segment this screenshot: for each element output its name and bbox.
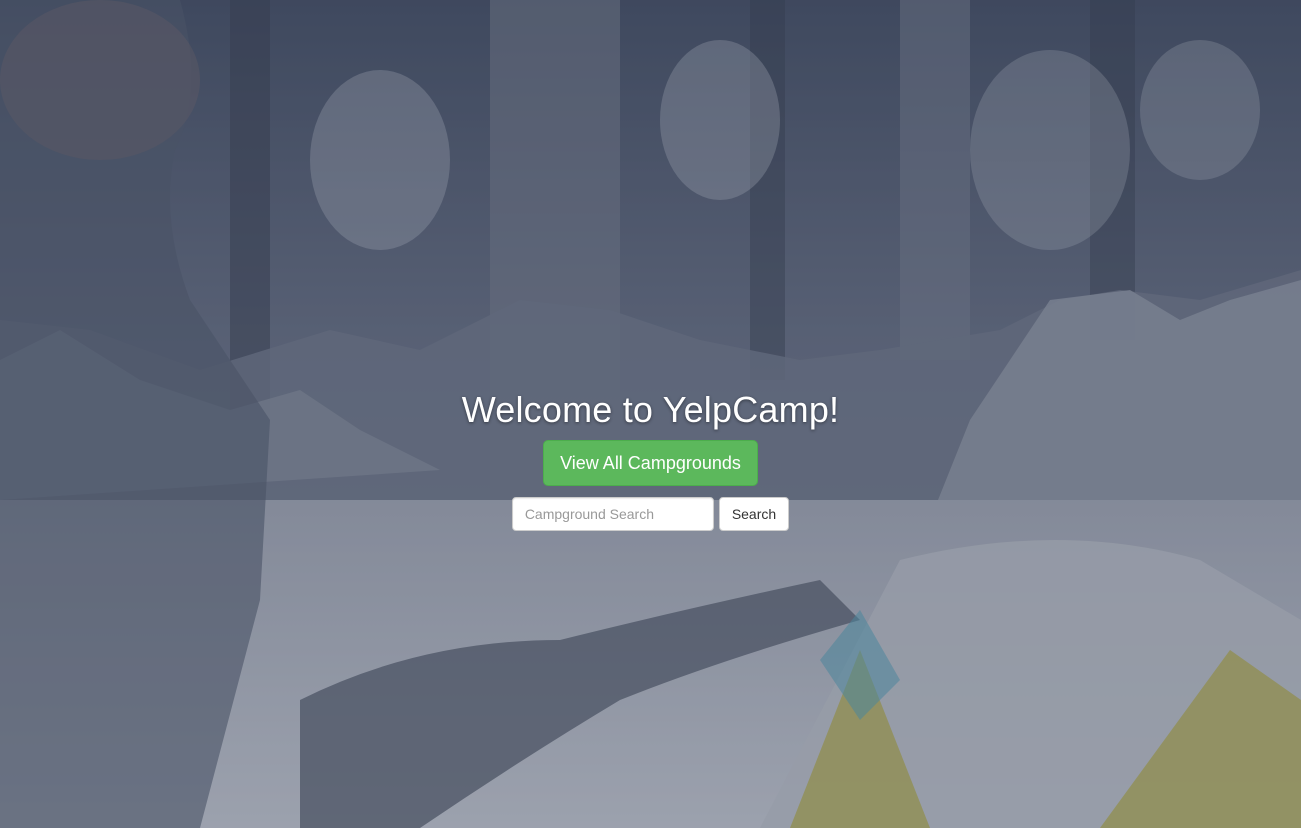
landing-header: Welcome to YelpCamp! View All Campground… [0,388,1301,531]
landing-page: Welcome to YelpCamp! View All Campground… [0,0,1301,828]
campground-search-input[interactable] [511,497,714,531]
view-all-campgrounds-button[interactable]: View All Campgrounds [543,440,758,486]
page-title: Welcome to YelpCamp! [461,389,840,430]
search-button[interactable]: Search [718,497,790,531]
search-form: Search [511,497,790,531]
